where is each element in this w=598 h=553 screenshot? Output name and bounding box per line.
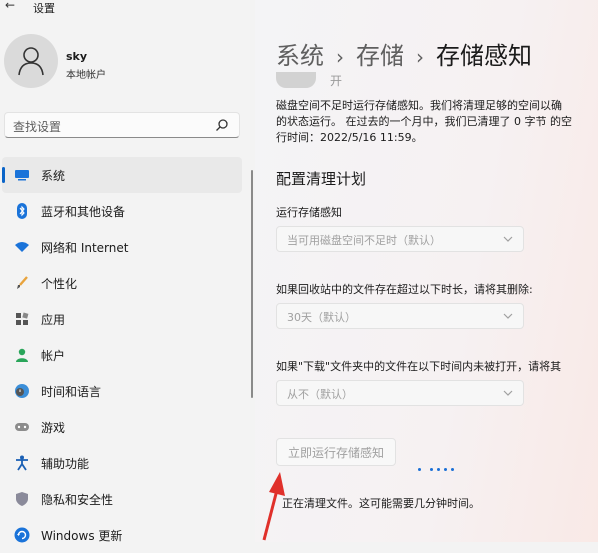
storage-sense-description: 磁盘空间不足时运行存储感知。我们将清理足够的空间以确 的状态运行。 在过去的一个… [276, 98, 598, 146]
toggle-state-label: 开 [330, 74, 343, 88]
sidebar-item-label: 系统 [41, 168, 66, 183]
sidebar-item-label: Windows 更新 [41, 528, 123, 543]
brush-icon [14, 275, 30, 291]
breadcrumb-separator: › [336, 45, 344, 69]
search-placeholder: 查找设置 [13, 120, 62, 134]
accessibility-icon [14, 455, 30, 471]
person-icon [18, 47, 44, 76]
account-type: 本地帐户 [66, 70, 106, 81]
breadcrumb-storage[interactable]: 存储 [356, 42, 404, 70]
breadcrumb-system[interactable]: 系统 [276, 42, 324, 70]
annotation-arrow-icon [262, 472, 285, 541]
chevron-down-icon [503, 390, 513, 396]
run-storage-sense-select[interactable]: 当可用磁盘空间不足时（默认） [276, 226, 524, 252]
bluetooth-icon [14, 203, 30, 219]
storage-sense-toggle[interactable] [276, 72, 316, 88]
cleaning-status: 正在清理文件。这可能需要几分钟时间。 [282, 497, 480, 510]
sidebar-item-windows-update[interactable]: Windows 更新 [2, 517, 242, 553]
progress-dot [437, 468, 440, 471]
back-button[interactable]: ← [5, 0, 15, 12]
recycle-bin-label: 如果回收站中的文件存在超过以下时长，请将其删除: [276, 283, 533, 296]
sidebar-item-label: 网络和 Internet [41, 240, 129, 255]
progress-dot [451, 468, 454, 471]
sidebar-item-label: 个性化 [41, 276, 78, 291]
sidebar-item-label: 帐户 [41, 348, 66, 363]
section-title: 配置清理计划 [276, 170, 367, 188]
sidebar-item-label: 游戏 [41, 420, 66, 435]
progress-dot [444, 468, 447, 471]
select-value: 30天（默认） [287, 311, 356, 324]
sidebar-item-system[interactable]: 系统 [2, 157, 242, 193]
sidebar-scrollbar[interactable] [251, 170, 253, 398]
wifi-icon [14, 239, 30, 255]
description-line: 的状态运行。 在过去的一个月中，我们已清理了 0 字节 的空 [276, 115, 572, 128]
select-value: 从不（默认） [287, 388, 353, 401]
sidebar-item-accessibility[interactable]: 辅助功能 [2, 445, 242, 481]
progress-dot [430, 468, 433, 471]
chevron-down-icon [503, 236, 513, 242]
shield-icon [14, 491, 30, 507]
gamepad-icon [14, 419, 30, 435]
sidebar-item-apps[interactable]: 应用 [2, 301, 242, 337]
sidebar-item-label: 应用 [41, 312, 66, 327]
recycle-bin-select[interactable]: 30天（默认） [276, 303, 524, 329]
sidebar-item-label: 辅助功能 [41, 456, 90, 471]
sidebar-item-label: 蓝牙和其他设备 [41, 204, 126, 219]
active-indicator [2, 167, 5, 183]
avatar[interactable] [4, 34, 58, 88]
breadcrumb: 系统 › 存储 › 存储感知 [276, 36, 532, 71]
sidebar-item-bluetooth[interactable]: 蓝牙和其他设备 [2, 193, 242, 229]
breadcrumb-separator: › [416, 45, 424, 69]
sidebar-nav: 系统 蓝牙和其他设备 网络和 Internet 个性化 应用 帐户 时间和语言 … [2, 157, 242, 553]
sidebar-item-accounts[interactable]: 帐户 [2, 337, 242, 373]
downloads-label: 如果"下载"文件夹中的文件在以下时间内未被打开，请将其 [276, 360, 562, 373]
sidebar-item-time-language[interactable]: 时间和语言 [2, 373, 242, 409]
select-value: 当可用磁盘空间不足时（默认） [287, 234, 441, 247]
sidebar-item-privacy[interactable]: 隐私和安全性 [2, 481, 242, 517]
sidebar-item-label: 隐私和安全性 [41, 492, 114, 507]
app-title: 设置 [33, 2, 55, 15]
description-line: 磁盘空间不足时运行存储感知。我们将清理足够的空间以确 [276, 99, 562, 112]
user-name: sky [66, 50, 88, 63]
downloads-select[interactable]: 从不（默认） [276, 380, 524, 406]
run-storage-sense-label: 运行存储感知 [276, 206, 342, 219]
apps-icon [14, 311, 30, 327]
sidebar-item-personalization[interactable]: 个性化 [2, 265, 242, 301]
sidebar-item-label: 时间和语言 [41, 384, 102, 399]
description-line: 行时间：2022/5/16 11:59。 [276, 131, 423, 144]
search-input[interactable]: 查找设置 [4, 112, 240, 138]
globe-clock-icon [14, 383, 30, 399]
title-bar: ← 设置 [0, 0, 598, 15]
page-title: 存储感知 [436, 42, 532, 70]
chevron-down-icon [503, 313, 513, 319]
update-icon [14, 527, 30, 543]
system-icon [14, 167, 30, 183]
account-icon [14, 347, 30, 363]
progress-dot [418, 468, 421, 471]
search-icon[interactable] [215, 118, 229, 132]
sidebar-item-network[interactable]: 网络和 Internet [2, 229, 242, 265]
sidebar-item-gaming[interactable]: 游戏 [2, 409, 242, 445]
run-storage-sense-now-button[interactable]: 立即运行存储感知 [276, 438, 396, 466]
